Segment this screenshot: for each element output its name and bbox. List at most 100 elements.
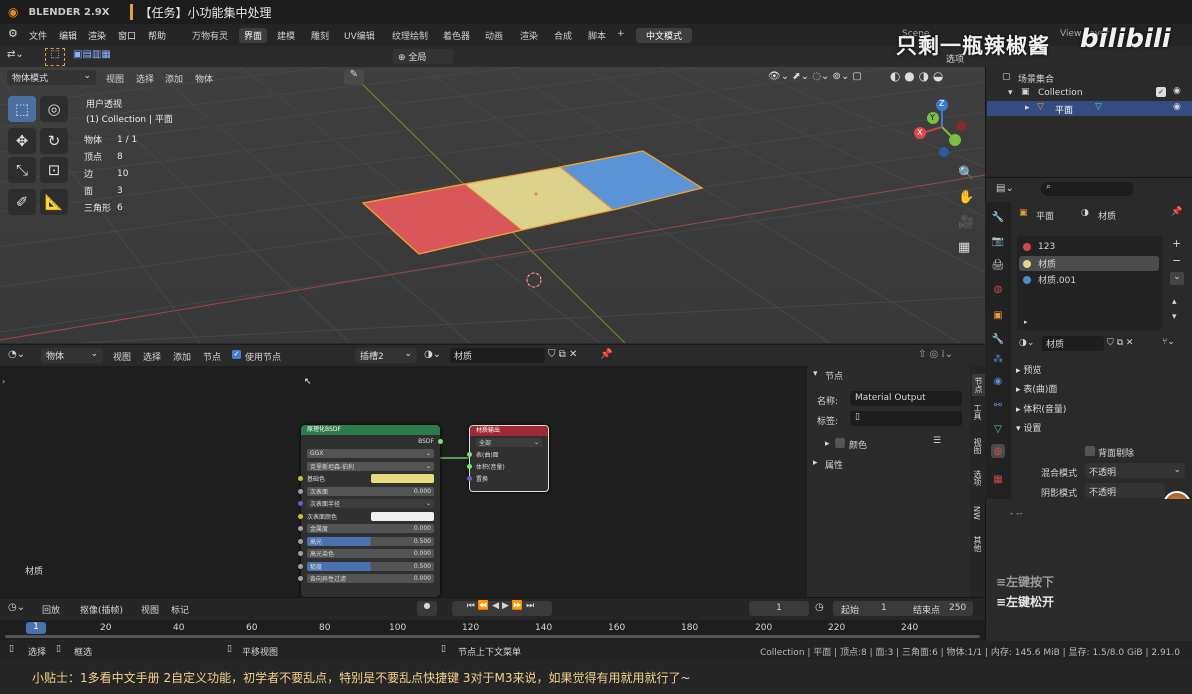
input-socket[interactable] <box>298 576 303 582</box>
output-node-header[interactable]: 材质输出 <box>470 426 548 436</box>
displacement-socket[interactable] <box>467 476 472 481</box>
fake-user-shield-icon[interactable]: ⛉ ⧉ ✕ <box>548 349 577 360</box>
input-slider[interactable]: 金属度 0.000 <box>307 524 434 534</box>
input-socket[interactable] <box>298 501 303 507</box>
select-box-tool-icon[interactable]: ⬚ <box>45 48 65 66</box>
move-slot-up-icon[interactable]: ▴ <box>1172 297 1177 307</box>
camera-view-icon[interactable]: 🎥 <box>958 215 974 230</box>
pin-icon[interactable]: 📌 <box>1171 207 1182 217</box>
collection-checkbox[interactable]: ✓ <box>1156 87 1166 97</box>
transform-orientation-dropdown[interactable]: ⊕ 全局 <box>393 49 453 64</box>
measure-tool-icon[interactable]: 📐 <box>40 189 68 215</box>
blend-mode-dropdown[interactable]: 不透明 ⌄ <box>1085 463 1185 478</box>
rotate-tool-icon[interactable]: ↻ <box>40 128 68 154</box>
tab-view[interactable]: 视图 <box>972 438 983 454</box>
add-slot-icon[interactable]: + <box>1172 237 1181 250</box>
color-presets-icon[interactable]: ☰ <box>933 436 941 446</box>
input-socket[interactable] <box>298 563 303 569</box>
input-slider[interactable]: 高光染色 0.000 <box>307 549 434 559</box>
bsdf-output-socket[interactable] <box>438 438 443 444</box>
move-slot-down-icon[interactable]: ▾ <box>1172 312 1177 322</box>
section-surface[interactable]: ▸ 表(曲)面 <box>1016 382 1057 395</box>
timeline-menu-playback[interactable]: 回放 <box>42 603 60 616</box>
datablock-actions-icon[interactable]: ⛉ ⧉ ✕ <box>1107 338 1133 348</box>
input-slider[interactable]: 糙度 0.500 <box>307 561 434 571</box>
input-slider[interactable]: 高光 0.500 <box>307 536 434 546</box>
tab-workspace-4[interactable]: UV编辑 <box>339 28 380 43</box>
subsurface-color-swatch[interactable] <box>371 511 434 521</box>
tab-tool[interactable]: 工具 <box>972 404 983 420</box>
scale-tool-icon[interactable]: ⤡ <box>8 157 36 183</box>
slot-dropdown[interactable]: 插槽2 ⌄ <box>355 348 417 363</box>
tab-workspace-6[interactable]: 着色器 <box>438 28 475 43</box>
input-socket[interactable] <box>298 476 303 482</box>
tab-workspace-1[interactable]: 界面 <box>239 28 268 43</box>
node-canvas[interactable]: › ↖ 材质 原理化BSDF BSDF GGX ⌄ 克里斯坦森-伯利 ⌄ 基础色 次… <box>0 366 806 597</box>
tab-workspace-9[interactable]: 合成 <box>549 28 577 43</box>
volume-socket[interactable] <box>467 464 472 469</box>
expand-collection-icon[interactable]: ▾ <box>1008 88 1013 98</box>
material-slot[interactable]: 123 <box>1019 239 1159 254</box>
slot-specials-icon[interactable]: ⌄ <box>1170 272 1184 285</box>
bsdf-node-header[interactable]: 原理化BSDF <box>301 425 440 435</box>
properties-search-field[interactable]: ⌕ <box>1041 182 1134 196</box>
scene-collection-label[interactable]: 场景集合 <box>1018 72 1054 85</box>
properties-editor-type-icon[interactable]: ▤⌄ <box>996 183 1014 194</box>
menu-edit[interactable]: 编辑 <box>59 29 77 42</box>
tool-dropdown-icon[interactable]: ⇄⌄ <box>7 49 24 60</box>
base-color-swatch[interactable] <box>371 474 434 484</box>
modifier-tab-icon[interactable]: 🔧 <box>991 332 1005 346</box>
viewport-menu-select[interactable]: 选择 <box>136 72 154 85</box>
input-slider[interactable]: 次表面 0.000 <box>307 486 434 496</box>
input-slider[interactable]: 各向异性过滤 0.000 <box>307 574 434 584</box>
node-menu-view[interactable]: 视图 <box>113 350 131 363</box>
tab-workspace-0[interactable]: 万物有灵 <box>187 28 233 43</box>
timeline-scrollbar[interactable] <box>5 635 980 638</box>
viewport-menu-object[interactable]: 物体 <box>195 72 213 85</box>
input-socket[interactable] <box>298 551 303 557</box>
shading-solid-icon[interactable]: ◐ ● ◑ ◒ <box>890 69 943 83</box>
tab-misc[interactable]: 其他 <box>972 536 983 552</box>
constraints-tab-icon[interactable]: ⚯ <box>991 398 1005 412</box>
viewport-menu-view[interactable]: 视图 <box>106 72 124 85</box>
input-dropdown[interactable]: 次表面半径 ⌄ <box>307 499 434 509</box>
tab-workspace-10[interactable]: 脚本 <box>583 28 611 43</box>
outliner-row-plane[interactable]: ▸ ▽ 平面 ▽ ◉ <box>987 101 1192 116</box>
menu-file[interactable]: 文件 <box>29 29 47 42</box>
viewport-overlay-icons[interactable]: 👁⌄ ⬈⌄ ◌⌄ ⊚⌄ ▢ <box>768 71 862 82</box>
input-socket[interactable] <box>298 513 303 519</box>
frame-ruler[interactable]: 1 20 40 60 80 100 120 140 160 180 200 22… <box>0 620 985 640</box>
data-tab-icon[interactable]: ▽ <box>991 422 1005 436</box>
object-dropdown[interactable]: 物体 ⌄ <box>41 348 103 363</box>
3d-viewport[interactable]: Z Y X <box>0 67 985 343</box>
tab-options[interactable]: 选项 <box>972 470 983 486</box>
menu-render[interactable]: 渲染 <box>88 29 106 42</box>
tool-tab-icon[interactable]: 🔧 <box>991 210 1005 224</box>
color-checkbox[interactable] <box>835 438 845 448</box>
editor-type-icon[interactable]: ◔⌄ <box>8 349 25 360</box>
select-tool-icon[interactable]: ⬚ <box>8 96 36 122</box>
node-menu-select[interactable]: 选择 <box>143 350 161 363</box>
input-socket[interactable] <box>298 488 303 494</box>
material-name-field[interactable]: 材质 <box>450 348 545 363</box>
tab-workspace-2[interactable]: 建模 <box>272 28 300 43</box>
visibility-eye-icon[interactable]: ◉ <box>1173 86 1181 96</box>
material-datablock-field[interactable]: 材质 <box>1042 336 1104 351</box>
visibility-eye-icon[interactable]: ◉ <box>1173 102 1181 112</box>
expand-object-icon[interactable]: ▸ <box>1025 103 1030 113</box>
menu-help[interactable]: 帮助 <box>148 29 166 42</box>
menu-window[interactable]: 窗口 <box>118 29 136 42</box>
node-section-chevron-icon[interactable]: ▾ <box>813 369 818 379</box>
preview-range-icon[interactable]: ◷ <box>815 602 824 613</box>
remove-slot-icon[interactable]: − <box>1172 254 1181 267</box>
playback-controls[interactable]: ⏮⏪◀▶⏩⏭ <box>452 601 552 616</box>
timeline-editor-icon[interactable]: ◷⌄ <box>8 602 25 613</box>
record-button[interactable]: ● <box>417 601 437 616</box>
output-target-dropdown[interactable]: 全部 ⌄ <box>476 437 542 447</box>
mode-chip[interactable]: 中文模式 <box>636 28 693 43</box>
principled-bsdf-node[interactable]: 原理化BSDF BSDF GGX ⌄ 克里斯坦森-伯利 ⌄ 基础色 次表面 0.000… <box>298 425 443 597</box>
node-section-title[interactable]: 节点 <box>825 369 843 382</box>
current-frame-field[interactable]: 1 <box>749 601 809 616</box>
node-menu-add[interactable]: 添加 <box>173 350 191 363</box>
render-tab-icon[interactable]: 📷 <box>991 234 1005 248</box>
